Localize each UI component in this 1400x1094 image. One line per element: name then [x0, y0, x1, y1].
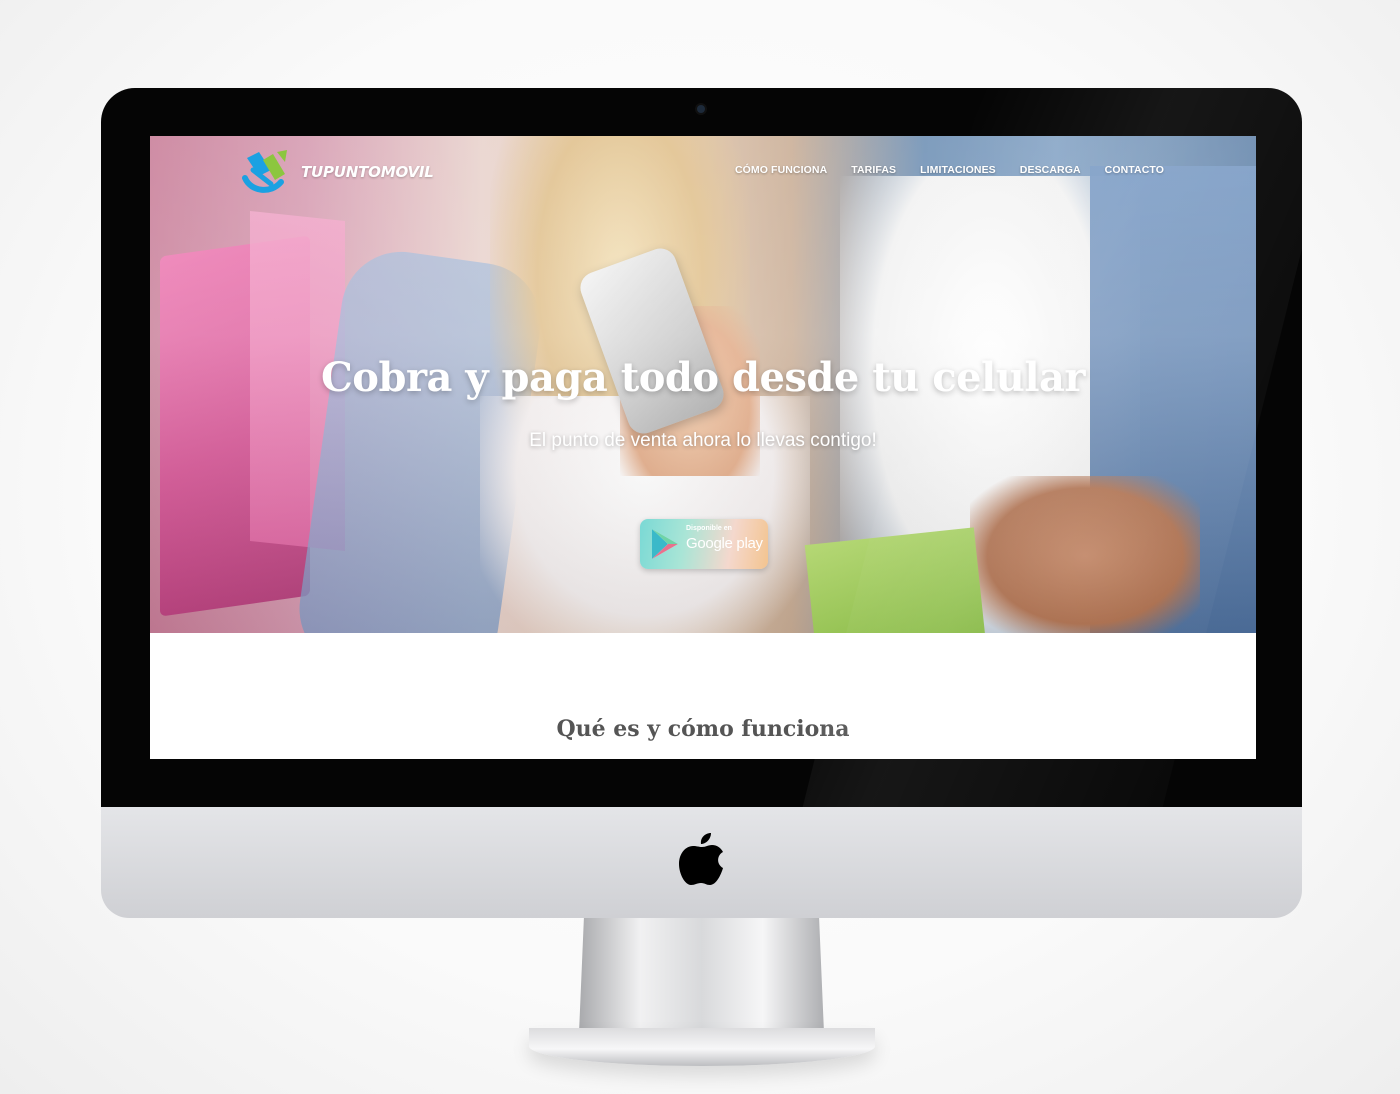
- google-play-icon: [652, 529, 678, 559]
- nav-item-limitaciones[interactable]: LIMITACIONES: [920, 164, 996, 176]
- badge-store-name: Google play: [686, 535, 763, 552]
- nav-item-como-funciona[interactable]: CÓMO FUNCIONA: [735, 164, 827, 176]
- nav-item-contacto[interactable]: CONTACTO: [1105, 164, 1164, 176]
- monitor-chin: [101, 807, 1302, 918]
- section-title: Qué es y cómo funciona: [556, 716, 850, 742]
- apple-logo-icon: [679, 833, 723, 885]
- nav-item-descarga[interactable]: DESCARGA: [1020, 164, 1081, 176]
- site-logo[interactable]: TUPUNTOMOVIL: [241, 148, 434, 196]
- logo-text: TUPUNTOMOVIL: [301, 163, 434, 181]
- monitor-bezel: TUPUNTOMOVIL CÓMO FUNCIONA TARIFAS LIMIT…: [101, 88, 1302, 808]
- badge-small-text: Disponible en: [686, 525, 732, 532]
- monitor-stand-neck: [579, 918, 824, 1033]
- google-play-button[interactable]: Disponible en Google play: [640, 519, 768, 569]
- main-nav: CÓMO FUNCIONA TARIFAS LIMITACIONES DESCA…: [711, 164, 1164, 176]
- hero-title: Cobra y paga todo desde tu celular: [320, 354, 1086, 401]
- monitor-stand-base: [529, 1028, 875, 1066]
- camera-icon: [697, 105, 705, 113]
- hero-subtitle: El punto de venta ahora lo llevas contig…: [529, 430, 877, 451]
- nav-item-tarifas[interactable]: TARIFAS: [851, 164, 896, 176]
- hero-section: TUPUNTOMOVIL CÓMO FUNCIONA TARIFAS LIMIT…: [150, 136, 1256, 633]
- imac-monitor: TUPUNTOMOVIL CÓMO FUNCIONA TARIFAS LIMIT…: [101, 88, 1302, 1066]
- logo-mark-icon: [242, 150, 287, 193]
- website-screen: TUPUNTOMOVIL CÓMO FUNCIONA TARIFAS LIMIT…: [150, 136, 1256, 759]
